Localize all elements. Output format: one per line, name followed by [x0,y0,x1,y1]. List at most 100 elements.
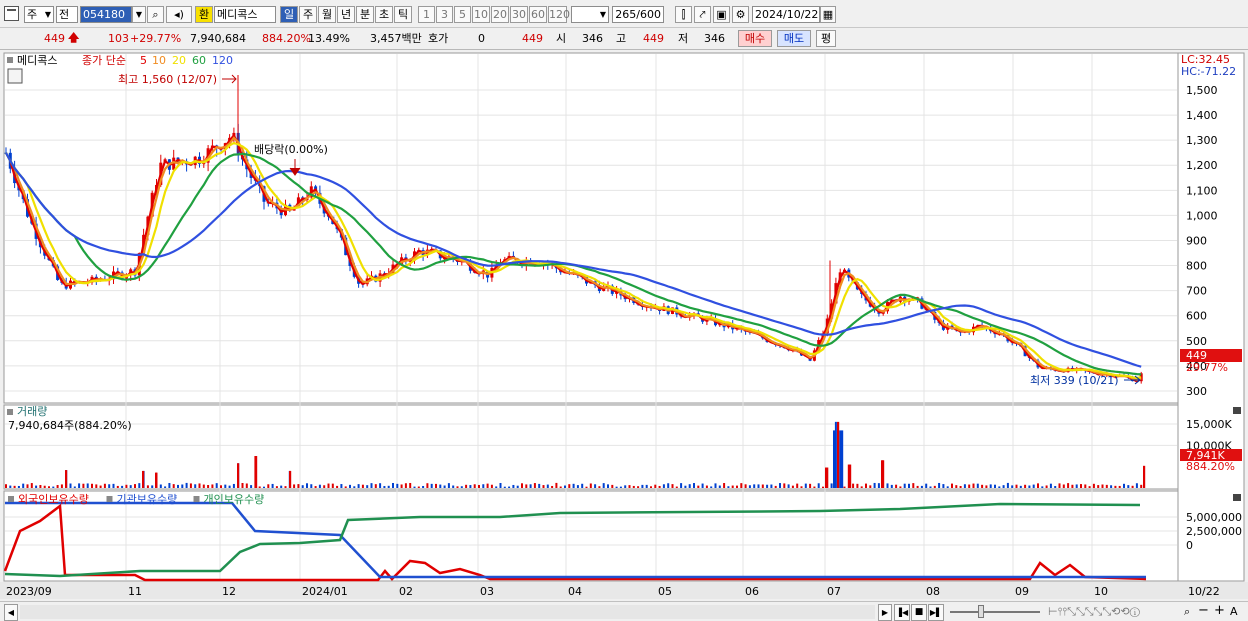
scroll-right-button[interactable]: ▶ [878,604,892,621]
zoom-search-icon[interactable]: ⌕ [1184,605,1190,619]
volume-bar [890,484,893,488]
count-value: 265 [615,8,637,21]
prev-select[interactable]: 전 [56,6,78,23]
window-icon[interactable] [4,6,19,21]
period-tab[interactable]: 틱 [394,6,412,23]
interval-tab[interactable]: 20 [491,6,509,23]
volume-bar [404,483,407,488]
chart-area[interactable]: 1,500 1,400 1,300 1,200 1,100 1,000 900 800 700 6… [0,51,1248,601]
open-label: 시 [556,32,567,45]
interval-custom-select[interactable]: ▼ [571,6,609,23]
font-size-icon[interactable]: A [1230,605,1238,619]
volume-bar [912,483,915,488]
volume-bar [82,483,85,488]
stop-button[interactable]: ■ [911,604,927,621]
market-select[interactable]: 주 ▼ [24,6,54,23]
save-icon[interactable]: ▣ [713,6,730,23]
count-input[interactable]: 265/600 [612,6,664,23]
scroll-track[interactable] [20,605,875,619]
period-tab[interactable]: 년 [337,6,355,23]
price-tick-label: 300 [1186,385,1207,398]
period-tab-label: 일 [283,8,295,21]
price-tick-label: 1,200 [1186,159,1218,172]
quote-value: 0 [478,32,485,45]
zoom-in-icon[interactable]: + [1214,604,1225,618]
amount-value: 3,457백만 [370,32,422,45]
volume-bar [1045,485,1048,488]
volume-bar [804,483,807,488]
volume-bar [146,485,149,488]
interval-tab-label: 1 [423,8,430,21]
panel-close-icon[interactable] [1233,407,1241,414]
volume-bar [1080,484,1082,488]
interval-tab[interactable]: 60 [529,6,547,23]
gear-icon[interactable]: ⚙ [732,6,749,23]
volume-bar [675,486,678,488]
volume-bar [344,486,347,488]
period-tab[interactable]: 주 [299,6,317,23]
interval-tab[interactable]: 10 [472,6,490,23]
interval-tab[interactable]: 5 [454,6,471,23]
x-tick-label: 07 [827,585,841,598]
interval-tab[interactable]: 3 [436,6,453,23]
interval-tab[interactable]: 1 [418,6,435,23]
volume-bar [232,483,235,488]
stock-code-value: 054180 [83,8,125,21]
volume-bar [1105,484,1108,488]
date-input[interactable]: 2024/10/22 [752,6,820,23]
x-tick-label: 04 [568,585,582,598]
zoom-slider[interactable] [950,611,1040,613]
x-tick-label: 2023/09 [6,585,52,598]
search-icon[interactable]: ⌕ [147,6,164,23]
volume-panel[interactable] [3,404,1179,490]
volume-bar [1067,483,1070,488]
draw-tools-icon[interactable]: ⊢⫯⫯⤡⤡⤡⤡⤡⟲⟲ⓘ [1048,605,1140,619]
period-tab[interactable]: 분 [356,6,374,23]
candle-type-icon[interactable]: ⫿ [675,6,692,23]
low-value: 346 [704,32,725,45]
speaker-icon[interactable]: ◂) [166,6,192,23]
currency-badge[interactable]: 환 [195,6,213,23]
volume-bar [370,483,373,488]
volume-bar [86,483,89,488]
stock-code-input[interactable]: 054180 [80,6,132,23]
volume-bar [981,484,984,488]
zoom-out-icon[interactable]: − [1198,604,1209,618]
buy-button[interactable]: 매수 [738,30,772,47]
draw-tool-icon[interactable]: ⤤ [694,6,711,23]
price-tick-label: 1,300 [1186,134,1218,147]
price-tick-label: 1,000 [1186,209,1218,222]
volume-bar [972,483,975,488]
period-tab[interactable]: 월 [318,6,336,23]
calculator-icon[interactable] [7,68,23,84]
calendar-icon[interactable]: ▦ [820,6,836,23]
code-dropdown-button[interactable]: ▼ [132,6,146,23]
panel-close-icon[interactable] [1233,494,1241,501]
interval-tab-label: 20 [493,8,507,21]
volume-bar [671,484,674,488]
price-panel[interactable] [3,52,1179,404]
turnover-value: 13.49% [308,32,350,45]
volume-bar [30,483,33,488]
sell-button[interactable]: 매도 [777,30,811,47]
price-tick-label: 500 [1186,335,1207,348]
first-page-button[interactable]: ▐◀ [894,604,910,621]
zoom-slider-handle[interactable] [978,605,984,618]
eval-button[interactable]: 평 [816,30,836,47]
volume-bar [331,483,334,488]
volume-bar [78,483,81,488]
volume-bar [318,484,321,488]
interval-tab[interactable]: 120 [548,6,570,23]
up-arrow-icon: 🡅 [68,31,80,44]
scroll-left-button[interactable]: ◀ [4,604,18,621]
last-page-button[interactable]: ▶▌ [928,604,944,621]
volume-bar [615,486,618,488]
volume-bar [895,484,898,488]
x-tick-label: 05 [658,585,672,598]
period-tab[interactable]: 일 [280,6,298,23]
volume-bar [837,421,840,488]
date-value: 2024/10/22 [755,8,819,21]
volume-bar [963,484,966,488]
period-tab[interactable]: 초 [375,6,393,23]
interval-tab[interactable]: 30 [510,6,528,23]
